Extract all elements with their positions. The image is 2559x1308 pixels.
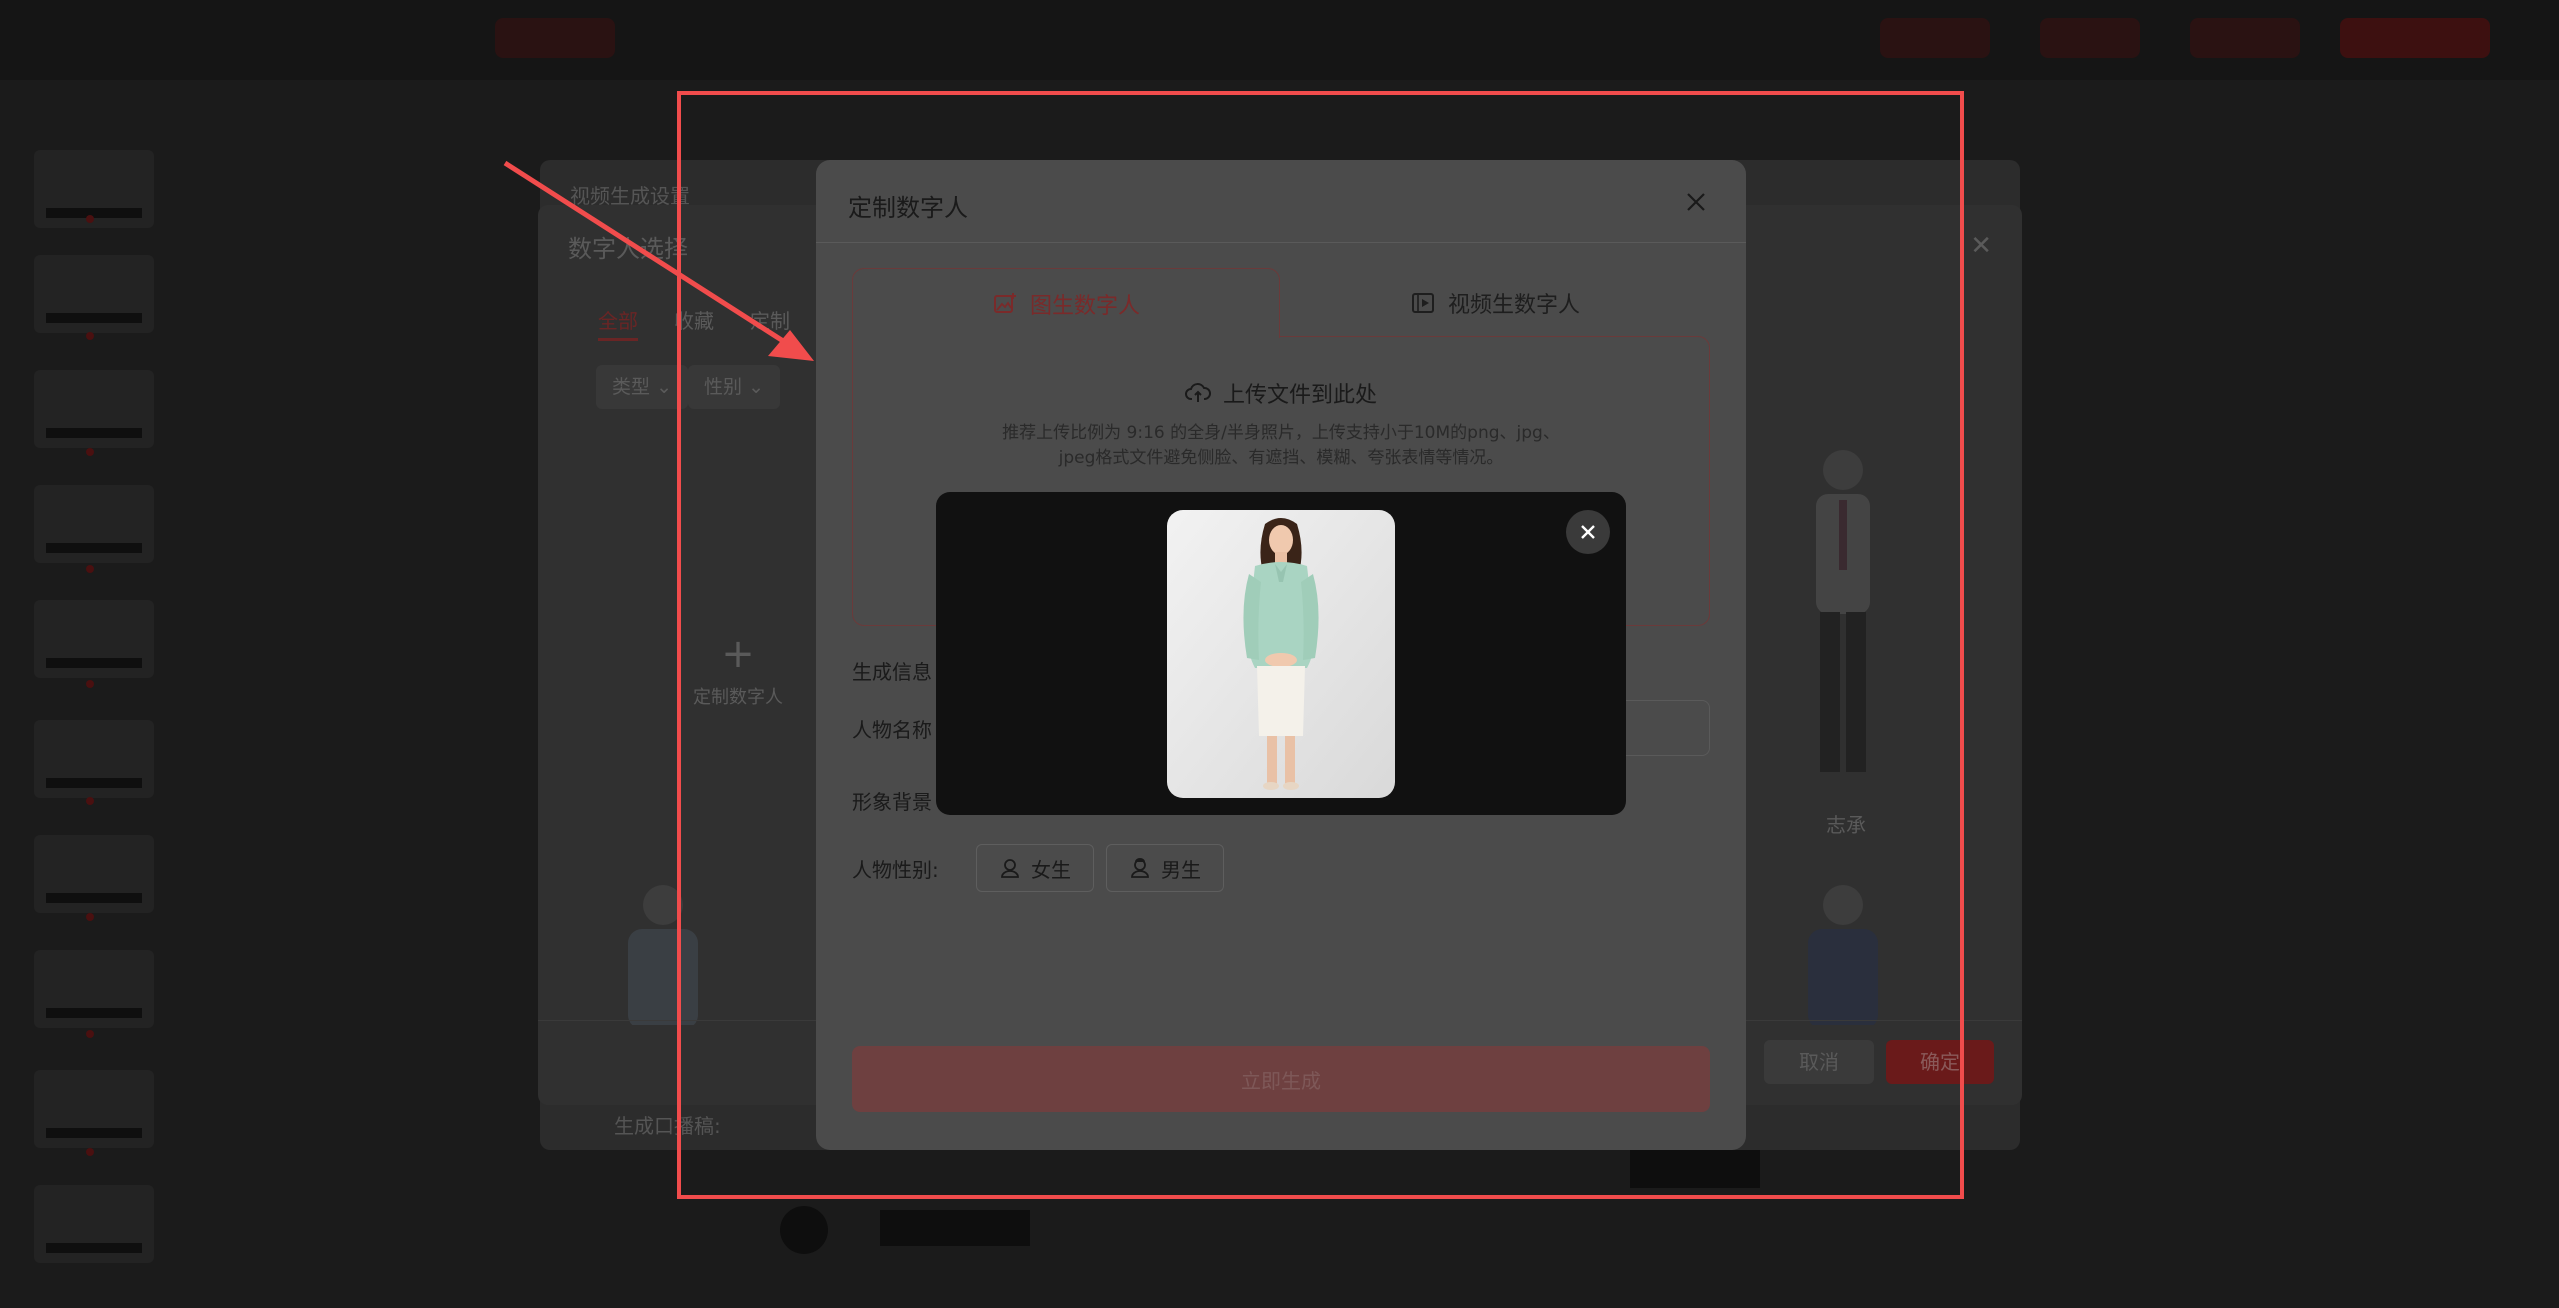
top-nav-item[interactable]	[495, 18, 615, 58]
template-thumbnail[interactable]	[34, 835, 154, 913]
left-template-rail	[0, 80, 180, 1308]
rail-indicator	[86, 1030, 94, 1038]
tab-image-to-human[interactable]: 图生数字人	[852, 268, 1280, 338]
template-thumbnail[interactable]	[34, 1070, 154, 1148]
rail-indicator	[86, 797, 94, 805]
top-nav-item[interactable]	[2190, 18, 2300, 58]
rail-indicator	[86, 565, 94, 573]
type-filter-dropdown[interactable]: 类型 ⌄	[596, 365, 688, 409]
top-nav-item[interactable]	[2040, 18, 2140, 58]
tab-image-to-human-label: 图生数字人	[1029, 293, 1140, 319]
rail-indicator	[86, 913, 94, 921]
bg-bottom-shape	[780, 1206, 1030, 1254]
chevron-down-icon: ⌄	[656, 376, 672, 398]
annotation-arrow-icon	[503, 160, 814, 361]
type-filter-label: 类型	[612, 376, 651, 398]
image-plus-icon	[993, 292, 1016, 313]
rail-indicator	[86, 448, 94, 456]
rail-indicator	[86, 332, 94, 340]
template-thumbnail[interactable]	[34, 255, 154, 333]
annotation-highlight-box	[677, 91, 1964, 1199]
template-thumbnail[interactable]	[34, 485, 154, 563]
top-bar	[0, 0, 2559, 80]
rail-indicator	[86, 215, 94, 223]
template-thumbnail[interactable]	[34, 1185, 154, 1263]
close-icon[interactable]: ✕	[1970, 231, 1992, 261]
top-nav-item[interactable]	[1880, 18, 1990, 58]
bg-bottom-block	[780, 1200, 1040, 1268]
template-thumbnail[interactable]	[34, 720, 154, 798]
top-action-button[interactable]	[2340, 18, 2490, 58]
template-thumbnail[interactable]	[34, 150, 154, 228]
rail-indicator	[86, 680, 94, 688]
template-thumbnail[interactable]	[34, 950, 154, 1028]
template-thumbnail[interactable]	[34, 370, 154, 448]
template-thumbnail[interactable]	[34, 600, 154, 678]
rail-indicator	[86, 1148, 94, 1156]
